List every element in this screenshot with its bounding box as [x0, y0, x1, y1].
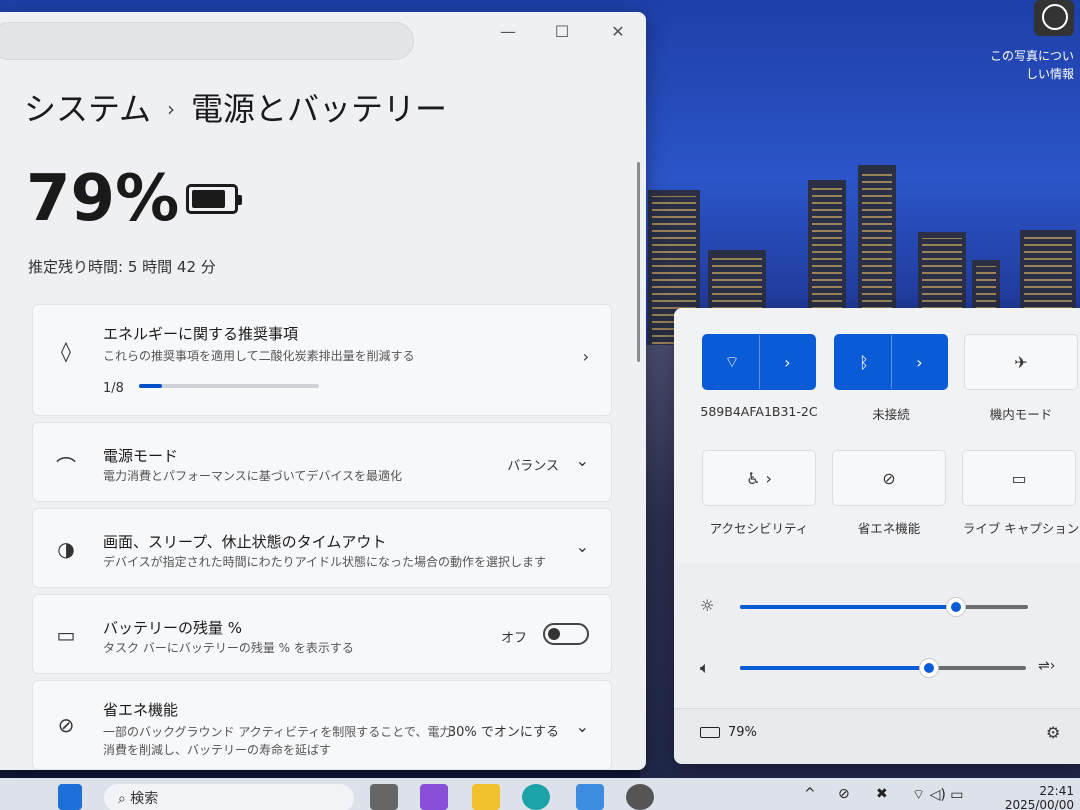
energy-saver-tile[interactable]: ⊘: [832, 450, 946, 506]
power-mode-card: ⌒ 電源モード 電力消費とパフォーマンスに基づいてデバイスを最適化 バランス ⌄: [32, 422, 612, 502]
audio-output-icon[interactable]: ⇌›: [1038, 658, 1055, 674]
bluetooth-tile[interactable]: ᛒ ›: [834, 334, 948, 390]
airplane-icon: ✈: [1014, 352, 1028, 372]
power-mode-title: 電源モード: [103, 447, 179, 465]
energy-saver-icon: ⊘: [882, 468, 896, 488]
saver-label: 省エネ機能: [857, 521, 921, 536]
battery-icon: [186, 184, 242, 214]
settings-window: — ☐ ✕ システム › 電源とバッテリー 79% 推定残り時間: 5 時間 42 …: [0, 12, 646, 770]
clock-time: 22:41: [1039, 784, 1074, 798]
minimize-button[interactable]: —: [488, 22, 528, 41]
bluetooth-arrow[interactable]: ›: [891, 335, 947, 389]
tray-chevron-icon[interactable]: ^: [804, 786, 816, 802]
volume-slider[interactable]: [740, 658, 1026, 678]
leaf-icon: ◊: [61, 339, 71, 363]
bluetooth-label: 未接続: [872, 407, 910, 422]
battery-pct-title: バッテリーの残量 %: [103, 619, 243, 637]
bluetooth-icon[interactable]: ᛒ: [835, 335, 893, 389]
chevron-down-icon[interactable]: ⌄: [576, 717, 589, 736]
energy-saver-value[interactable]: 30% でオンにする: [448, 721, 559, 740]
wifi-tile[interactable]: ⌔ ›: [702, 334, 816, 390]
accessibility-label: アクセシビリティ: [709, 521, 809, 536]
chevron-down-icon: ⌄: [575, 537, 589, 556]
breadcrumb-system[interactable]: システム: [24, 90, 151, 128]
battery-pct-toggle[interactable]: [543, 623, 589, 645]
taskbar-search[interactable]: ⌕ 検索: [104, 784, 354, 810]
page-title: 電源とバッテリー: [191, 90, 448, 128]
chevron-right-icon: ›: [582, 347, 589, 366]
settings-app-icon[interactable]: [626, 784, 654, 810]
footer-battery-icon: [700, 727, 720, 738]
airplane-label: 機内モード: [989, 407, 1053, 422]
settings-gear-icon[interactable]: ⚙: [1046, 723, 1060, 742]
screen-sleep-desc: デバイスが指定された時間にわたりアイドル状態になった場合の動作を選択します: [103, 555, 547, 569]
photo-info-icon: [1034, 0, 1074, 36]
chevron-down-icon[interactable]: ⌄: [576, 451, 589, 470]
battery-percentage-card: ▭ バッテリーの残量 % タスク バーにバッテリーの残量 % を表示する オフ: [32, 594, 612, 674]
tray-network-volume-battery[interactable]: ⌔ ◁) ▭: [912, 786, 964, 804]
captions-label: ライブ キャプション: [962, 521, 1080, 536]
screen-sleep-icon: ◑: [57, 537, 75, 561]
gauge-icon: ⌒: [56, 455, 76, 479]
scrollbar[interactable]: [637, 162, 640, 362]
wifi-label: 589B4AFA1B31-2C: [700, 404, 818, 419]
taskbar-clock[interactable]: 22:41 2025/00/00: [1005, 784, 1074, 810]
energy-desc: これらの推奨事項を適用して二酸化炭素排出量を削減する: [103, 349, 415, 363]
wifi-icon[interactable]: ⌔: [703, 335, 761, 389]
screen-sleep-title: 画面、スリープ、休止状態のタイムアウト: [103, 533, 387, 551]
power-mode-dropdown-value[interactable]: バランス: [507, 455, 559, 474]
notification-muted-icon[interactable]: ⊘: [838, 786, 850, 802]
toggle-state-label: オフ: [500, 631, 527, 646]
energy-saver-desc-1: 一部のバックグラウンド アクティビティを制限することで、電力: [103, 725, 452, 739]
breadcrumb: システム › 電源とバッテリー: [24, 84, 447, 130]
tray-close-icon[interactable]: ✖: [876, 786, 888, 802]
clock-date: 2025/00/00: [1004, 798, 1074, 810]
live-captions-tile[interactable]: ▭: [962, 450, 1076, 506]
captions-icon: ▭: [1011, 468, 1027, 488]
quick-settings-panel: ⌔ › ᛒ › ✈ 589B4AFA1B31-2C 未接続 機内モード ♿ › …: [674, 308, 1080, 764]
battery-saver-icon: ▭: [56, 623, 76, 647]
energy-saver-icon: ⊘: [57, 713, 75, 737]
airplane-mode-tile[interactable]: ✈: [964, 334, 1078, 390]
accessibility-icon: ♿ ›: [746, 468, 772, 488]
wifi-arrow[interactable]: ›: [759, 335, 815, 389]
footer-battery-text[interactable]: 79%: [728, 725, 757, 740]
taskbar-search-label: 検索: [130, 791, 159, 807]
close-button[interactable]: ✕: [598, 22, 638, 41]
energy-progress-text: 1/8: [103, 381, 124, 396]
copilot-icon[interactable]: [420, 784, 448, 810]
battery-pct-desc: タスク バーにバッテリーの残量 % を表示する: [103, 641, 354, 655]
energy-saver-desc-2: 消費を削減し、バッテリーの寿命を延ばす: [103, 743, 332, 757]
taskbar: ⌕ 検索 ^ ⊘ ✖ ⌔ ◁) ▭ 22:41 2025/00/00: [0, 778, 1080, 810]
settings-search-input[interactable]: [0, 22, 414, 60]
energy-progress-bar: [139, 384, 319, 388]
screen-sleep-timeout-card[interactable]: ◑ 画面、スリープ、休止状態のタイムアウト デバイスが指定された時間にわたりアイ…: [32, 508, 612, 588]
accessibility-tile[interactable]: ♿ ›: [702, 450, 816, 506]
brightness-icon: ☼: [700, 596, 715, 615]
remaining-time: 推定残り時間: 5 時間 42 分: [28, 258, 216, 276]
battery-percentage: 79%: [26, 162, 180, 236]
photo-info-widget[interactable]: この写真につい しい情報: [984, 0, 1074, 83]
photo-info-line2: しい情報: [1025, 67, 1074, 81]
volume-icon: 🔈︎: [700, 658, 710, 677]
power-mode-desc: 電力消費とパフォーマンスに基づいてデバイスを最適化: [103, 469, 403, 483]
file-explorer-icon[interactable]: [472, 784, 500, 810]
store-icon[interactable]: [576, 784, 604, 810]
energy-title: エネルギーに関する推奨事項: [103, 325, 299, 343]
energy-saver-card[interactable]: ⊘ 省エネ機能 一部のバックグラウンド アクティビティを制限することで、電力 消…: [32, 680, 612, 770]
quick-settings-footer: 79% ⚙: [674, 708, 1080, 764]
edge-icon[interactable]: [522, 784, 550, 810]
maximize-button[interactable]: ☐: [542, 22, 582, 41]
start-button[interactable]: [58, 784, 82, 810]
breadcrumb-separator: ›: [167, 97, 176, 121]
photo-info-line1: この写真につい: [989, 49, 1074, 63]
energy-recommendations-card[interactable]: ◊ エネルギーに関する推奨事項 これらの推奨事項を適用して二酸化炭素排出量を削減…: [32, 304, 612, 416]
energy-saver-title: 省エネ機能: [103, 701, 179, 719]
brightness-slider[interactable]: [740, 597, 1028, 617]
task-view-icon[interactable]: [370, 784, 398, 810]
